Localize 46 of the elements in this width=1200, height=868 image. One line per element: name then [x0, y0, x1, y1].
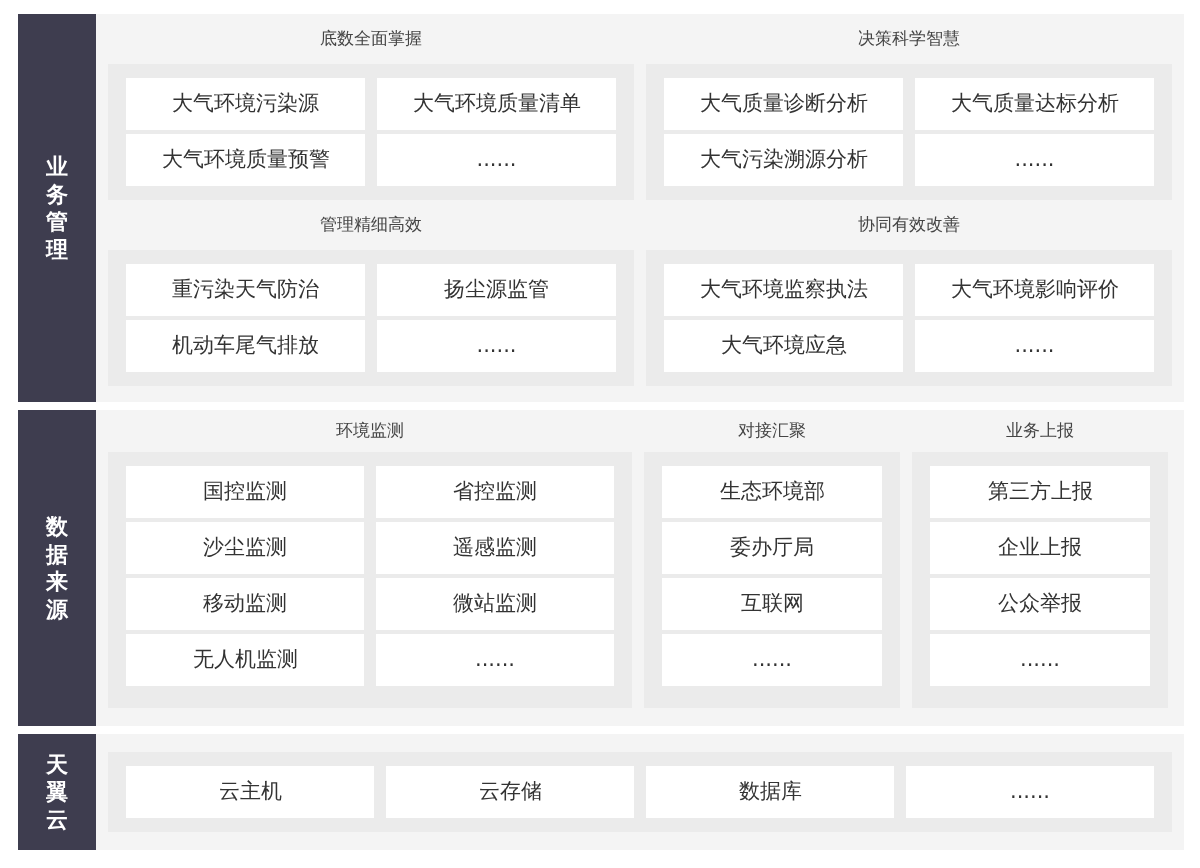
group-title: 业务上报 — [1005, 419, 1075, 443]
section-label: 业务管理 — [46, 153, 68, 263]
module-cell: 大气质量诊断分析 — [664, 78, 903, 130]
group-title: 协同有效改善 — [857, 213, 961, 237]
module-cell: 重污染天气防治 — [126, 264, 365, 316]
module-cell: 沙尘监测 — [126, 522, 364, 575]
module-cell: 公众举报 — [930, 578, 1150, 631]
module-cell: 大气环境应急 — [664, 320, 903, 372]
module-cell: 数据库 — [646, 766, 894, 818]
module-cell: ...... — [906, 766, 1154, 818]
module-cell: 大气环境监察执法 — [664, 264, 903, 316]
module-cell: 移动监测 — [126, 578, 364, 631]
group-title: 环境监测 — [335, 419, 405, 443]
module-cell: 委办厅局 — [662, 522, 882, 575]
module-cell: 无人机监测 — [126, 634, 364, 687]
group-title: 管理精细高效 — [319, 213, 423, 237]
module-cell: 机动车尾气排放 — [126, 320, 365, 372]
module-cell: 云存储 — [386, 766, 634, 818]
module-cell: 互联网 — [662, 578, 882, 631]
group-title: 对接汇聚 — [737, 419, 807, 443]
module-cell: 大气环境质量预警 — [126, 134, 365, 186]
module-cell: 大气质量达标分析 — [915, 78, 1154, 130]
module-cell: ...... — [377, 320, 616, 372]
module-cell: 扬尘源监管 — [377, 264, 616, 316]
group-title: 底数全面掌握 — [319, 27, 423, 51]
module-cell: ...... — [662, 634, 882, 687]
module-cell: ...... — [377, 134, 616, 186]
module-cell: ...... — [915, 134, 1154, 186]
module-cell: 第三方上报 — [930, 466, 1150, 519]
module-cell: 企业上报 — [930, 522, 1150, 575]
module-cell: ...... — [930, 634, 1150, 687]
module-cell: 生态环境部 — [662, 466, 882, 519]
module-cell: 省控监测 — [376, 466, 614, 519]
module-cell: 云主机 — [126, 766, 374, 818]
group-title: 决策科学智慧 — [857, 27, 961, 51]
module-cell: 遥感监测 — [376, 522, 614, 575]
module-cell: 大气环境质量清单 — [377, 78, 616, 130]
module-cell: ...... — [376, 634, 614, 687]
module-cell: 大气污染溯源分析 — [664, 134, 903, 186]
module-cell: 大气环境影响评价 — [915, 264, 1154, 316]
section-label: 数据来源 — [46, 513, 68, 623]
section-label: 天翼云 — [46, 750, 68, 834]
module-cell: ...... — [915, 320, 1154, 372]
module-cell: 大气环境污染源 — [126, 78, 365, 130]
module-cell: 国控监测 — [126, 466, 364, 519]
module-cell: 微站监测 — [376, 578, 614, 631]
